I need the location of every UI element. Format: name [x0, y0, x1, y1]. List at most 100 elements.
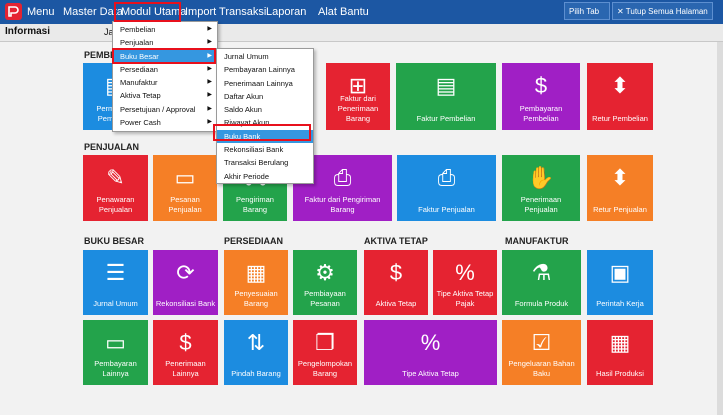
- tile-hasil-produksi[interactable]: ▦ Hasil Produksi: [587, 320, 653, 385]
- tile-label: Tipe Aktiva Tetap Pajak: [436, 289, 494, 308]
- tile-label: Faktur Pembelian: [416, 114, 476, 123]
- menu1-pembelian[interactable]: Pembelian ▶: [113, 23, 217, 36]
- menu-item-label: Aktiva Tetap: [120, 91, 161, 101]
- return-box-icon: ⬍: [610, 165, 630, 190]
- tile-label: Penawaran Penjualan: [96, 195, 135, 214]
- tile-faktur-penjualan[interactable]: ⎙ Faktur Penjualan: [397, 155, 496, 221]
- submenu-arrow-icon: ▶: [207, 119, 212, 126]
- tile-label: Retur Penjualan: [593, 205, 647, 214]
- tax-icon: %: [420, 330, 441, 355]
- menu1-manufaktur[interactable]: Manufaktur ▶: [113, 76, 217, 89]
- tile-label: Formula Produk: [514, 299, 569, 308]
- calculator-icon: ▦: [609, 330, 631, 355]
- menu1-power-cash[interactable]: Power Cash ▶: [113, 116, 217, 129]
- menu2-penerimaan-lainnya[interactable]: Penerimaan Lainnya: [217, 77, 313, 90]
- menu-alat-bantu[interactable]: Alat Bantu: [318, 0, 369, 24]
- tile-penerimaan-penjualan[interactable]: ✋ Penerimaan Penjualan: [502, 155, 580, 221]
- tile-label: Penyesuaian Barang: [234, 289, 278, 308]
- section-manufaktur: MANUFAKTUR: [505, 236, 569, 246]
- tile-label: Pengeluaran Bahan Baku: [508, 359, 575, 378]
- tile-penerimaan-lainnya[interactable]: $ Penerimaan Lainnya: [153, 320, 218, 385]
- menu-item-label: Power Cash: [120, 118, 161, 128]
- tile-aktiva-tetap[interactable]: $ Aktiva Tetap: [364, 250, 428, 315]
- menu2-pembayaran-lainnya[interactable]: Pembayaran Lainnya: [217, 63, 313, 76]
- menu2-jurnal-umum[interactable]: Jurnal Umum: [217, 50, 313, 63]
- tile-label: Tipe Aktiva Tetap: [402, 369, 459, 378]
- menu2-rekonsiliasi-bank[interactable]: Rekonsiliasi Bank: [217, 143, 313, 156]
- tile-pembayaran-pembelian[interactable]: $ Pembayaran Pembelian: [502, 63, 580, 130]
- tile-pembiayaan-pesanan[interactable]: ⚙ Pembiayaan Pesanan: [293, 250, 357, 315]
- quotation-icon: ✎: [106, 165, 125, 190]
- menu1-aktiva-tetap[interactable]: Aktiva Tetap ▶: [113, 89, 217, 102]
- tile-label: Penerimaan Lainnya: [165, 359, 206, 378]
- menu-item-label: Manufaktur: [120, 78, 158, 88]
- sewing-machine-icon: ⚙: [315, 260, 335, 285]
- menu1-persediaan[interactable]: Persediaan ▶: [113, 63, 217, 76]
- return-box-icon: ⬍: [610, 73, 630, 98]
- tile-pindah-barang[interactable]: ⇅ Pindah Barang: [224, 320, 288, 385]
- menu-item-label: Penjualan: [120, 38, 154, 48]
- copy-icon: ❐: [315, 330, 335, 355]
- submenu-arrow-icon: ▶: [207, 79, 212, 86]
- menu-button[interactable]: Menu: [27, 0, 55, 24]
- tile-jurnal-umum[interactable]: ☰ Jurnal Umum: [83, 250, 148, 315]
- sync-icon: ⟳: [176, 260, 195, 285]
- menu2-akhir-periode[interactable]: Akhir Periode: [217, 170, 313, 183]
- tile-penawaran-penjualan[interactable]: ✎ Penawaran Penjualan: [83, 155, 148, 221]
- pilih-tab-label: Pilih Tab: [569, 7, 600, 16]
- pilih-tab-button[interactable]: Pilih Tab ▼: [564, 2, 610, 34]
- tile-label: Jurnal Umum: [93, 299, 138, 308]
- tile-formula-produk[interactable]: ⚗ Formula Produk: [502, 250, 581, 315]
- app-logo-icon[interactable]: [5, 3, 22, 20]
- tile-pengeluaran-bahan-baku[interactable]: ☑ Pengeluaran Bahan Baku: [502, 320, 581, 385]
- tile-retur-penjualan[interactable]: ⬍ Retur Penjualan: [587, 155, 653, 221]
- tile-label: Pengiriman Barang: [236, 195, 274, 214]
- tab-informasi[interactable]: Informasi: [5, 26, 50, 37]
- card-payment-icon: ▭: [105, 330, 126, 355]
- tutup-semua-button[interactable]: ✕ Tutup Semua Halaman: [612, 2, 713, 20]
- tile-pesanan-penjualan[interactable]: ▭ Pesanan Penjualan: [153, 155, 217, 221]
- tile-label: Hasil Produksi: [596, 369, 644, 378]
- tile-faktur-penerimaan[interactable]: ⊞ Faktur dari Penerimaan Barang: [326, 63, 390, 130]
- tax-icon: %: [455, 260, 475, 285]
- menu2-saldo-akun[interactable]: Saldo Akun: [217, 103, 313, 116]
- tile-pengelompokan-barang[interactable]: ❐ Pengelompokan Barang: [293, 320, 357, 385]
- handshake-icon: ✋: [527, 165, 555, 190]
- checklist-icon: ☑: [531, 330, 552, 355]
- tile-label: Pindah Barang: [231, 369, 281, 378]
- section-buku-besar: BUKU BESAR: [84, 236, 145, 246]
- submenu-arrow-icon: ▶: [207, 65, 212, 72]
- tile-label: Pembayaran Pembelian: [519, 104, 563, 123]
- highlight-modul-utama: [114, 2, 181, 22]
- vertical-scrollbar[interactable]: [717, 42, 723, 415]
- tile-label: Faktur dari Penerimaan Barang: [337, 94, 379, 123]
- highlight-buku-besar: [112, 48, 216, 64]
- tile-label: Retur Pembelian: [592, 114, 648, 123]
- submenu-arrow-icon: ▶: [207, 105, 212, 112]
- menu2-daftar-akun[interactable]: Daftar Akun: [217, 90, 313, 103]
- menu2-transaksi-berulang[interactable]: Transaksi Berulang: [217, 156, 313, 169]
- tile-label: Penerimaan Penjualan: [520, 195, 562, 214]
- section-penjualan: PENJUALAN: [84, 142, 140, 152]
- tile-tipe-aktiva-pajak[interactable]: % Tipe Aktiva Tetap Pajak: [433, 250, 497, 315]
- tile-faktur-pembelian[interactable]: ▤ Faktur Pembelian: [396, 63, 496, 130]
- submenu-arrow-icon: ▶: [207, 26, 212, 32]
- tile-label: Faktur Penjualan: [418, 205, 475, 214]
- flask-icon: ⚗: [531, 260, 552, 285]
- tutup-semua-label: Tutup Semua Halaman: [625, 7, 708, 16]
- tile-tipe-aktiva-tetap[interactable]: % Tipe Aktiva Tetap: [364, 320, 497, 385]
- tile-penyesuaian-barang[interactable]: ▦ Penyesuaian Barang: [224, 250, 288, 315]
- section-persediaan: PERSEDIAAN: [224, 236, 284, 246]
- tile-pembayaran-lainnya[interactable]: ▭ Pembayaran Lainnya: [83, 320, 148, 385]
- tile-retur-pembelian[interactable]: ⬍ Retur Pembelian: [587, 63, 653, 130]
- menu1-persetujuan[interactable]: Persetujuan / Approval ▶: [113, 103, 217, 116]
- tile-perintah-kerja[interactable]: ▣ Perintah Kerja: [587, 250, 653, 315]
- tile-label: Pengelompokan Barang: [297, 359, 353, 378]
- tile-rekonsiliasi-bank[interactable]: ⟳ Rekonsiliasi Bank: [153, 250, 218, 315]
- payment-icon: $: [534, 73, 548, 98]
- menu-laporan[interactable]: Laporan: [266, 0, 306, 24]
- tile-label: Faktur dari Pengiriman Barang: [304, 195, 381, 214]
- menu-item-label: Pembelian: [120, 25, 156, 34]
- tile-label: Rekonsiliasi Bank: [155, 299, 216, 308]
- tile-label: Pesanan Penjualan: [168, 195, 202, 214]
